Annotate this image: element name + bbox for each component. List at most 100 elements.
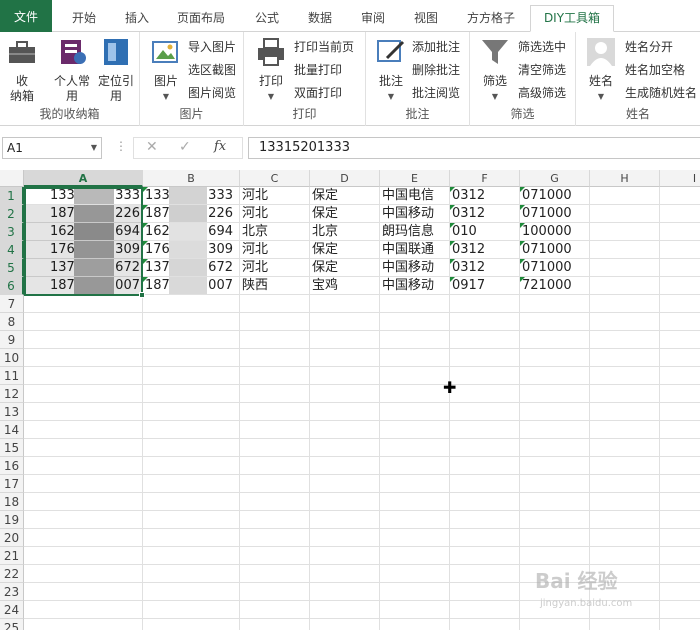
- cell-e17[interactable]: [380, 475, 450, 493]
- cell-a21[interactable]: [24, 547, 143, 565]
- cell-b7[interactable]: [143, 295, 240, 313]
- cell-e20[interactable]: [380, 529, 450, 547]
- insert-function-icon[interactable]: fx: [214, 139, 226, 154]
- cell-e3[interactable]: 朗玛信息: [380, 223, 450, 241]
- cell-g1[interactable]: 071000: [520, 187, 590, 205]
- row-header-1[interactable]: 1: [0, 187, 24, 205]
- cell-f18[interactable]: [450, 493, 520, 511]
- cell-a15[interactable]: [24, 439, 143, 457]
- cell-c4[interactable]: 河北: [240, 241, 310, 259]
- cell-b21[interactable]: [143, 547, 240, 565]
- cell-a12[interactable]: [24, 385, 143, 403]
- cell-f19[interactable]: [450, 511, 520, 529]
- cell-c6[interactable]: 陕西: [240, 277, 310, 295]
- cell-e24[interactable]: [380, 601, 450, 619]
- cell-g25[interactable]: [520, 619, 590, 630]
- cell-i6[interactable]: [660, 277, 700, 295]
- cell-d14[interactable]: [310, 421, 380, 439]
- cell-e25[interactable]: [380, 619, 450, 630]
- cancel-icon[interactable]: ✕: [146, 139, 158, 155]
- cell-d6[interactable]: 宝鸡: [310, 277, 380, 295]
- cell-c22[interactable]: [240, 565, 310, 583]
- select-all-corner[interactable]: [0, 170, 24, 187]
- cell-a14[interactable]: [24, 421, 143, 439]
- batch-print-button[interactable]: 批量打印: [294, 61, 342, 78]
- cell-g13[interactable]: [520, 403, 590, 421]
- cell-c19[interactable]: [240, 511, 310, 529]
- cell-g15[interactable]: [520, 439, 590, 457]
- row-header-20[interactable]: 20: [0, 529, 24, 547]
- cell-a16[interactable]: [24, 457, 143, 475]
- cell-e8[interactable]: [380, 313, 450, 331]
- cell-g10[interactable]: [520, 349, 590, 367]
- tab-insert[interactable]: 插入: [114, 6, 160, 32]
- cell-d20[interactable]: [310, 529, 380, 547]
- picture-browse-button[interactable]: 图片阅览: [188, 84, 236, 101]
- column-header-e[interactable]: E: [380, 170, 450, 187]
- cell-g7[interactable]: [520, 295, 590, 313]
- cell-h25[interactable]: [590, 619, 660, 630]
- cell-e22[interactable]: [380, 565, 450, 583]
- locate-reference-button[interactable]: 定位引 用: [94, 36, 138, 104]
- cell-i8[interactable]: [660, 313, 700, 331]
- cell-a23[interactable]: [24, 583, 143, 601]
- filter-selected-button[interactable]: 筛选选中: [518, 38, 566, 55]
- cell-d11[interactable]: [310, 367, 380, 385]
- column-header-i[interactable]: I: [660, 170, 700, 187]
- column-header-d[interactable]: D: [310, 170, 380, 187]
- cell-i3[interactable]: [660, 223, 700, 241]
- cell-f25[interactable]: [450, 619, 520, 630]
- row-header-4[interactable]: 4: [0, 241, 24, 259]
- cell-h11[interactable]: [590, 367, 660, 385]
- cell-g8[interactable]: [520, 313, 590, 331]
- cell-a19[interactable]: [24, 511, 143, 529]
- cell-a1[interactable]: 133 333: [24, 187, 143, 205]
- cell-b17[interactable]: [143, 475, 240, 493]
- cell-e1[interactable]: 中国电信: [380, 187, 450, 205]
- cell-g20[interactable]: [520, 529, 590, 547]
- delete-comment-button[interactable]: 删除批注: [412, 61, 460, 78]
- cell-i14[interactable]: [660, 421, 700, 439]
- cell-d15[interactable]: [310, 439, 380, 457]
- cell-c8[interactable]: [240, 313, 310, 331]
- cell-h4[interactable]: [590, 241, 660, 259]
- cell-e9[interactable]: [380, 331, 450, 349]
- row-header-15[interactable]: 15: [0, 439, 24, 457]
- cell-d7[interactable]: [310, 295, 380, 313]
- cell-f16[interactable]: [450, 457, 520, 475]
- cell-c18[interactable]: [240, 493, 310, 511]
- cell-e10[interactable]: [380, 349, 450, 367]
- cell-g6[interactable]: 721000: [520, 277, 590, 295]
- row-header-7[interactable]: 7: [0, 295, 24, 313]
- cell-d12[interactable]: [310, 385, 380, 403]
- cell-g11[interactable]: [520, 367, 590, 385]
- cell-c13[interactable]: [240, 403, 310, 421]
- cell-f7[interactable]: [450, 295, 520, 313]
- cell-c15[interactable]: [240, 439, 310, 457]
- row-header-11[interactable]: 11: [0, 367, 24, 385]
- cell-e12[interactable]: [380, 385, 450, 403]
- cell-e15[interactable]: [380, 439, 450, 457]
- cell-i10[interactable]: [660, 349, 700, 367]
- row-header-22[interactable]: 22: [0, 565, 24, 583]
- cell-h5[interactable]: [590, 259, 660, 277]
- row-header-17[interactable]: 17: [0, 475, 24, 493]
- cell-f10[interactable]: [450, 349, 520, 367]
- name-button[interactable]: 姓名 ▼: [582, 36, 620, 104]
- cell-b11[interactable]: [143, 367, 240, 385]
- cell-e11[interactable]: [380, 367, 450, 385]
- cell-c5[interactable]: 河北: [240, 259, 310, 277]
- cell-f22[interactable]: [450, 565, 520, 583]
- column-header-c[interactable]: C: [240, 170, 310, 187]
- cell-f11[interactable]: [450, 367, 520, 385]
- column-header-b[interactable]: B: [143, 170, 240, 187]
- cell-d19[interactable]: [310, 511, 380, 529]
- tab-data[interactable]: 数据: [297, 6, 343, 32]
- cell-i17[interactable]: [660, 475, 700, 493]
- cell-f15[interactable]: [450, 439, 520, 457]
- comment-browse-button[interactable]: 批注阅览: [412, 84, 460, 101]
- cell-i24[interactable]: [660, 601, 700, 619]
- cell-e5[interactable]: 中国移动: [380, 259, 450, 277]
- cell-i1[interactable]: [660, 187, 700, 205]
- cell-c3[interactable]: 北京: [240, 223, 310, 241]
